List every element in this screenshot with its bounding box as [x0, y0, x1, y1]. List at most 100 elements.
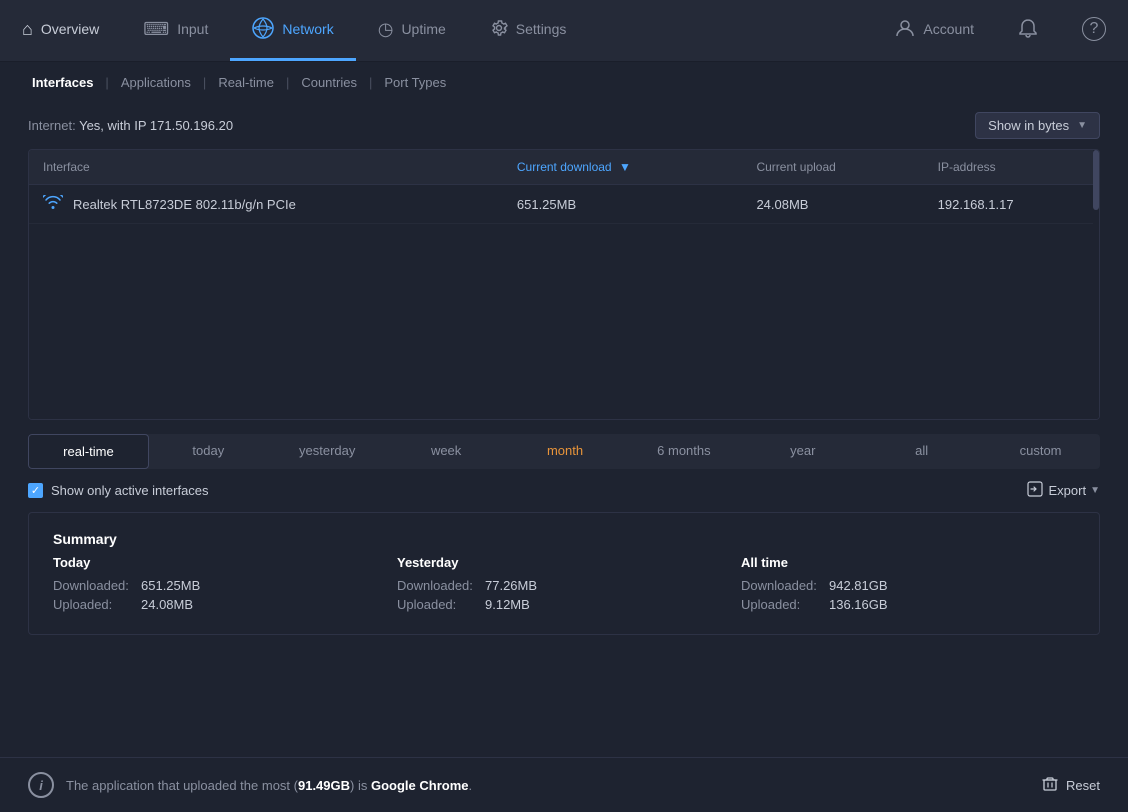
yesterday-downloaded-value: 77.26MB — [485, 578, 537, 593]
sep3: | — [286, 75, 289, 90]
scrollbar-thumb — [1093, 150, 1099, 210]
subnav-porttypes[interactable]: Port Types — [380, 73, 450, 92]
tab-realtime[interactable]: real-time — [28, 434, 149, 469]
summary-title: Summary — [53, 531, 1075, 547]
nav-network-label: Network — [282, 21, 333, 37]
sub-nav: Interfaces | Applications | Real-time | … — [0, 62, 1128, 102]
summary-today: Today Downloaded: 651.25MB Uploaded: 24.… — [53, 555, 387, 616]
col-interface: Interface — [29, 150, 503, 185]
alltime-title: All time — [741, 555, 1075, 570]
yesterday-downloaded-label: Downloaded: — [397, 578, 477, 593]
reset-label: Reset — [1066, 778, 1100, 793]
clock-icon: ◷ — [378, 20, 394, 38]
cell-ip: 192.168.1.17 — [924, 185, 1099, 224]
subnav-realtime[interactable]: Real-time — [214, 73, 278, 92]
cell-interface: Realtek RTL8723DE 802.11b/g/n PCIe — [29, 185, 503, 224]
tab-yesterday[interactable]: yesterday — [268, 434, 387, 469]
yesterday-uploaded-row: Uploaded: 9.12MB — [397, 597, 731, 612]
nav-overview-label: Overview — [41, 21, 99, 37]
nav-uptime[interactable]: ◷ Uptime — [356, 0, 468, 61]
alltime-downloaded-row: Downloaded: 942.81GB — [741, 578, 1075, 593]
nav-input-label: Input — [177, 21, 208, 37]
col-download[interactable]: Current download ▼ — [503, 150, 743, 185]
nav-input[interactable]: ⌨ Input — [121, 0, 230, 61]
nav-help[interactable]: ? — [1060, 0, 1128, 61]
tab-custom[interactable]: custom — [981, 434, 1100, 469]
scrollbar[interactable] — [1093, 150, 1099, 419]
nav-account-label: Account — [923, 21, 974, 37]
today-title: Today — [53, 555, 387, 570]
summary-alltime: All time Downloaded: 942.81GB Uploaded: … — [741, 555, 1075, 616]
sep1: | — [105, 75, 108, 90]
tab-week[interactable]: week — [387, 434, 506, 469]
export-label: Export — [1049, 483, 1087, 498]
nav-notifications[interactable] — [996, 0, 1060, 61]
summary-yesterday: Yesterday Downloaded: 77.26MB Uploaded: … — [397, 555, 731, 616]
tab-month[interactable]: month — [506, 434, 625, 469]
info-text-before: The application that uploaded the most ( — [66, 778, 298, 793]
cell-upload: 24.08MB — [742, 185, 923, 224]
sep4: | — [369, 75, 372, 90]
subnav-countries[interactable]: Countries — [297, 73, 361, 92]
show-bytes-label: Show in bytes — [988, 118, 1069, 133]
interface-name: Realtek RTL8723DE 802.11b/g/n PCIe — [73, 197, 296, 212]
alltime-uploaded-label: Uploaded: — [741, 597, 821, 612]
wifi-icon — [43, 195, 63, 213]
today-uploaded-label: Uploaded: — [53, 597, 133, 612]
trash-icon — [1042, 776, 1058, 795]
keyboard-icon: ⌨ — [143, 20, 169, 38]
info-highlight: 91.49GB — [298, 778, 350, 793]
internet-value: Yes, with IP 171.50.196.20 — [79, 118, 233, 133]
active-interfaces-row: ✓ Show only active interfaces Export ▼ — [0, 469, 1128, 512]
bell-icon — [1018, 18, 1038, 41]
subnav-interfaces[interactable]: Interfaces — [28, 73, 97, 92]
nav-right-section: Account ? — [873, 0, 1128, 61]
alltime-downloaded-value: 942.81GB — [829, 578, 888, 593]
nav-settings[interactable]: Settings — [468, 0, 589, 61]
active-interfaces-checkbox-label[interactable]: ✓ Show only active interfaces — [28, 483, 209, 498]
interfaces-table: Interface Current download ▼ Current upl… — [29, 150, 1099, 419]
tab-today[interactable]: today — [149, 434, 268, 469]
time-tabs: real-time today yesterday week month 6 m… — [28, 434, 1100, 469]
nav-account[interactable]: Account — [873, 0, 996, 61]
export-dropdown-icon[interactable]: ▼ — [1090, 485, 1100, 496]
cell-download: 651.25MB — [503, 185, 743, 224]
reset-button[interactable]: Reset — [1042, 776, 1100, 795]
internet-label: Internet: — [28, 118, 76, 133]
info-app: Google Chrome — [371, 778, 469, 793]
export-icon — [1027, 481, 1043, 500]
today-uploaded-row: Uploaded: 24.08MB — [53, 597, 387, 612]
col-upload: Current upload — [742, 150, 923, 185]
sort-icon: ▼ — [619, 160, 631, 174]
alltime-downloaded-label: Downloaded: — [741, 578, 821, 593]
summary-box: Summary Today Downloaded: 651.25MB Uploa… — [28, 512, 1100, 635]
gear-icon — [490, 19, 508, 40]
nav-network[interactable]: Network — [230, 0, 355, 61]
toolbar: Internet: Yes, with IP 171.50.196.20 Sho… — [0, 102, 1128, 149]
today-downloaded-label: Downloaded: — [53, 578, 133, 593]
help-icon: ? — [1082, 17, 1106, 41]
export-button[interactable]: Export — [1027, 481, 1087, 500]
dropdown-arrow-icon: ▼ — [1077, 120, 1087, 131]
nav-settings-label: Settings — [516, 21, 567, 37]
today-uploaded-value: 24.08MB — [141, 597, 193, 612]
subnav-applications[interactable]: Applications — [117, 73, 195, 92]
active-interfaces-label: Show only active interfaces — [51, 483, 209, 498]
nav-overview[interactable]: ⌂ Overview — [0, 0, 121, 61]
table-row[interactable]: Realtek RTL8723DE 802.11b/g/n PCIe 651.2… — [29, 185, 1099, 224]
tab-6months[interactable]: 6 months — [624, 434, 743, 469]
info-message: i The application that uploaded the most… — [28, 772, 472, 798]
active-interfaces-checkbox[interactable]: ✓ — [28, 483, 43, 498]
summary-grid: Today Downloaded: 651.25MB Uploaded: 24.… — [53, 555, 1075, 616]
yesterday-uploaded-value: 9.12MB — [485, 597, 530, 612]
yesterday-uploaded-label: Uploaded: — [397, 597, 477, 612]
info-icon: i — [28, 772, 54, 798]
interfaces-table-container: Interface Current download ▼ Current upl… — [28, 149, 1100, 420]
alltime-uploaded-value: 136.16GB — [829, 597, 888, 612]
yesterday-downloaded-row: Downloaded: 77.26MB — [397, 578, 731, 593]
internet-info: Internet: Yes, with IP 171.50.196.20 — [28, 118, 233, 133]
show-bytes-button[interactable]: Show in bytes ▼ — [975, 112, 1100, 139]
tab-year[interactable]: year — [743, 434, 862, 469]
network-icon — [252, 17, 274, 42]
tab-all[interactable]: all — [862, 434, 981, 469]
